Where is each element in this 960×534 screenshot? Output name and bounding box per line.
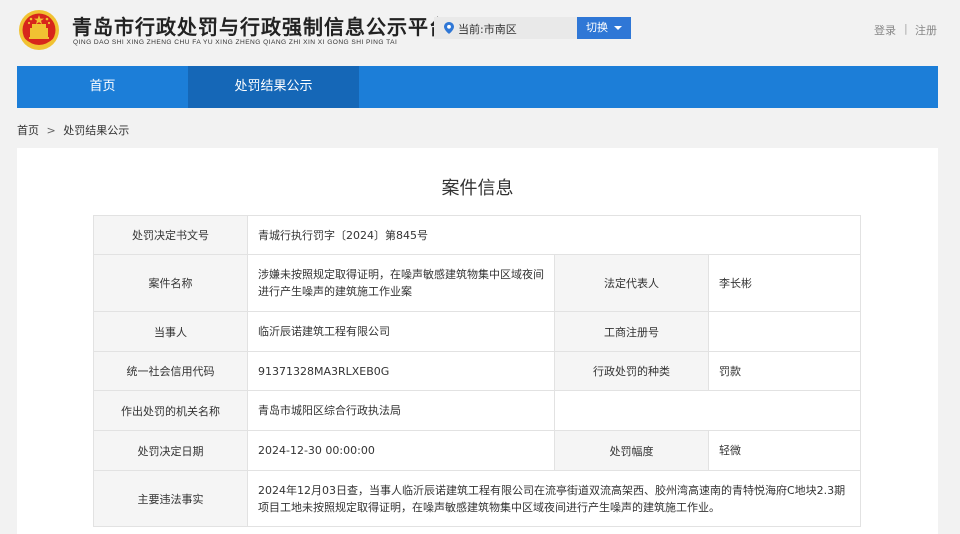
switch-label: 切换 (586, 21, 608, 34)
breadcrumb-arrow: > (46, 124, 56, 137)
legal-rep-label: 法定代表人 (554, 254, 709, 312)
biz-reg-value (707, 311, 862, 352)
header-separator: | (904, 22, 908, 35)
party-value: 临沂辰诺建筑工程有限公司 (247, 311, 555, 352)
case-name-value: 涉嫌未按照规定取得证明，在噪声敏感建筑物集中区域夜间进行产生噪声的建筑施工作业案 (247, 254, 555, 312)
facts-value: 2024年12月03日查，当事人临沂辰诺建筑工程有限公司在流亭街道双流高架西、胶… (246, 470, 862, 527)
decision-no-label: 处罚决定书文号 (93, 215, 248, 255)
national-emblem-icon (19, 10, 59, 50)
switch-location-button[interactable]: 切换 (577, 17, 631, 39)
main-nav: 首页 处罚结果公示 (17, 66, 938, 108)
nav-item-home[interactable]: 首页 (17, 66, 188, 108)
penalty-type-label: 行政处罚的种类 (554, 351, 709, 391)
page-title: 案件信息 (441, 178, 514, 199)
location-pin-icon (444, 22, 454, 34)
decision-date-value: 2024-12-30 00:00:00 (247, 430, 555, 471)
site-header: 青岛市行政处罚与行政强制信息公示平台 QING DAO SHI XING ZHE… (0, 0, 960, 64)
table-row: 案件名称 涉嫌未按照规定取得证明，在噪声敏感建筑物集中区域夜间进行产生噪声的建筑… (93, 254, 862, 312)
table-row: 统一社会信用代码 91371328MA3RLXEB0G 行政处罚的种类 罚款 (93, 351, 862, 391)
facts-label: 主要违法事实 (93, 470, 248, 527)
decision-date-label: 处罚决定日期 (93, 430, 248, 471)
breadcrumb: 首页 > 处罚结果公示 (17, 122, 129, 138)
register-link[interactable]: 注册 (915, 22, 937, 38)
caret-down-icon (614, 26, 622, 30)
authority-label: 作出处罚的机关名称 (93, 390, 248, 431)
breadcrumb-home[interactable]: 首页 (17, 124, 39, 137)
breadcrumb-current[interactable]: 处罚结果公示 (63, 124, 129, 137)
party-label: 当事人 (93, 311, 248, 352)
legal-rep-value: 李长彬 (707, 254, 862, 312)
biz-reg-label: 工商注册号 (554, 311, 709, 352)
table-row: 主要违法事实 2024年12月03日查，当事人临沂辰诺建筑工程有限公司在流亭街道… (93, 470, 862, 527)
credit-code-value: 91371328MA3RLXEB0G (247, 351, 555, 391)
case-info-table: 处罚决定书文号 青城行执行罚字〔2024〕第845号 案件名称 涉嫌未按照规定取… (93, 215, 862, 527)
penalty-type-value: 罚款 (707, 351, 862, 391)
table-row: 当事人 临沂辰诺建筑工程有限公司 工商注册号 (93, 311, 862, 352)
table-row: 作出处罚的机关名称 青岛市城阳区综合行政执法局 (93, 390, 862, 431)
table-row: 处罚决定书文号 青城行执行罚字〔2024〕第845号 (93, 215, 862, 255)
penalty-range-label: 处罚幅度 (554, 430, 709, 471)
case-name-label: 案件名称 (93, 254, 248, 312)
site-title-pinyin: QING DAO SHI XING ZHENG CHU FA YU XING Z… (73, 39, 398, 46)
current-location-text: 当前:市南区 (458, 23, 517, 36)
authority-value: 青岛市城阳区综合行政执法局 (247, 390, 555, 431)
site-title: 青岛市行政处罚与行政强制信息公示平台 (72, 15, 450, 39)
credit-code-label: 统一社会信用代码 (93, 351, 248, 391)
case-info-panel: 案件信息 处罚决定书文号 青城行执行罚字〔2024〕第845号 案件名称 涉嫌未… (17, 148, 938, 534)
decision-no-value: 青城行执行罚字〔2024〕第845号 (246, 215, 862, 255)
empty-cell (553, 390, 862, 431)
table-row: 处罚决定日期 2024-12-30 00:00:00 处罚幅度 轻微 (93, 430, 862, 471)
login-link[interactable]: 登录 (874, 22, 896, 38)
penalty-range-value: 轻微 (707, 430, 862, 471)
nav-item-penalty-results[interactable]: 处罚结果公示 (188, 66, 359, 108)
